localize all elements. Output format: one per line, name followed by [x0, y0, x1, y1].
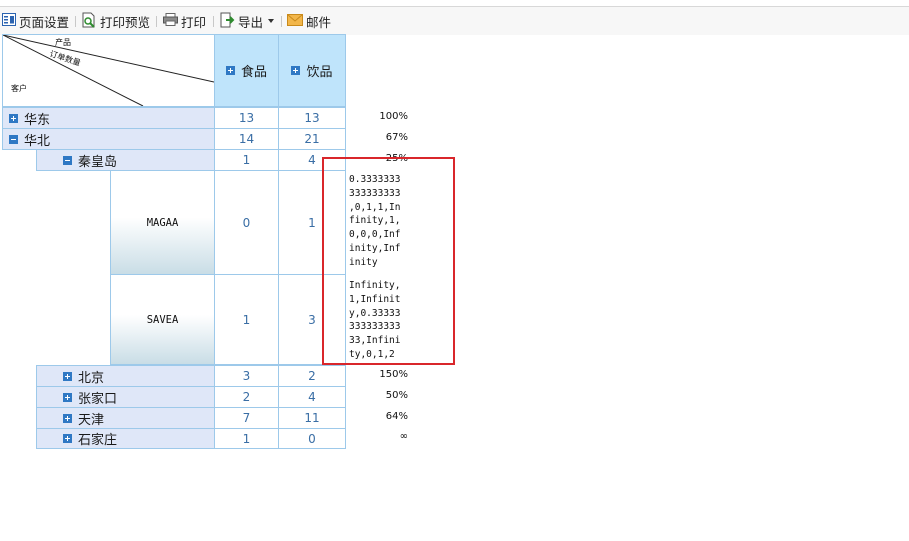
toolbar-divider: [75, 16, 76, 27]
collapse-icon[interactable]: [9, 134, 18, 144]
percent-value: 100%: [379, 111, 408, 122]
value-cell: 1: [214, 274, 279, 365]
row-header-tianjin[interactable]: 天津: [36, 407, 215, 429]
value-cell: 13: [214, 107, 279, 129]
report-toolbar: 页面设置 打印预览 打印 导出 邮件: [0, 6, 909, 35]
row-header-shijiazhuang[interactable]: 石家庄: [36, 428, 215, 449]
expand-icon[interactable]: [63, 434, 72, 443]
value-cell: 0: [214, 170, 279, 275]
highlight-box: [322, 157, 455, 365]
print-button[interactable]: 打印: [163, 12, 206, 30]
column-header-food[interactable]: 食品: [214, 34, 279, 107]
customer-cell-savea: SAVEA: [110, 274, 215, 365]
mail-icon: [287, 13, 303, 29]
customer-cell-magaa: MAGAA: [110, 170, 215, 275]
print-preview-button[interactable]: 打印预览: [82, 12, 150, 30]
row-label: 天津: [78, 412, 105, 428]
value-cell: 1: [214, 149, 279, 171]
row-header-north[interactable]: 华北: [2, 128, 215, 150]
row-label: 北京: [78, 370, 105, 386]
corner-header: 产品 订单数量 客户: [2, 34, 215, 107]
row-header-beijing[interactable]: 北京: [36, 365, 215, 387]
print-preview-label: 打印预览: [100, 14, 151, 30]
export-label: 导出: [238, 14, 264, 30]
chevron-down-icon: [268, 19, 275, 23]
collapse-icon[interactable]: [63, 155, 72, 165]
expand-icon[interactable]: [291, 66, 301, 75]
percent-value: 64%: [385, 411, 408, 422]
percent-value: 67%: [385, 132, 408, 143]
corner-customer-label: 客户: [11, 84, 27, 93]
expand-icon[interactable]: [225, 66, 235, 75]
toolbar-divider: [213, 16, 214, 27]
toolbar-divider: [281, 16, 282, 27]
column-header-drink[interactable]: 饮品: [278, 34, 346, 107]
expand-icon[interactable]: [9, 113, 18, 123]
mail-button[interactable]: 邮件: [287, 12, 331, 30]
percent-value: ∞: [399, 431, 408, 442]
expand-icon[interactable]: [63, 392, 72, 402]
percent-value: 150%: [379, 369, 408, 380]
expand-icon[interactable]: [63, 413, 72, 423]
value-cell: 7: [214, 407, 279, 429]
corner-product-label: 产品: [55, 38, 71, 47]
percent-value: 50%: [385, 390, 408, 401]
column-header-label: 饮品: [306, 65, 333, 80]
row-label: 华东: [24, 112, 51, 128]
row-label: 秦皇岛: [78, 154, 118, 170]
toolbar-divider: [156, 16, 157, 27]
page-setup-button[interactable]: 页面设置: [2, 12, 69, 30]
row-header-qinhuangdao[interactable]: 秦皇岛: [36, 149, 215, 171]
print-preview-icon: [82, 12, 97, 31]
diagonal-lines: [3, 35, 214, 106]
value-cell: 3: [214, 365, 279, 387]
page-setup-label: 页面设置: [19, 14, 70, 30]
row-header-east[interactable]: 华东: [2, 107, 215, 129]
row-label: 华北: [24, 133, 51, 149]
export-icon: [220, 12, 235, 31]
column-header-label: 食品: [240, 65, 267, 80]
row-label: 石家庄: [78, 433, 118, 448]
page-setup-icon: [2, 13, 16, 29]
mail-label: 邮件: [306, 14, 332, 30]
value-cell: 1: [214, 428, 279, 449]
row-header-zhangjiakou[interactable]: 张家口: [36, 386, 215, 408]
export-dropdown-button[interactable]: 导出: [220, 12, 275, 31]
row-label: 张家口: [78, 391, 118, 407]
print-label: 打印: [181, 14, 207, 30]
printer-icon: [163, 13, 178, 29]
expand-icon[interactable]: [63, 371, 72, 381]
value-cell: 14: [214, 128, 279, 150]
value-cell: 2: [214, 386, 279, 408]
